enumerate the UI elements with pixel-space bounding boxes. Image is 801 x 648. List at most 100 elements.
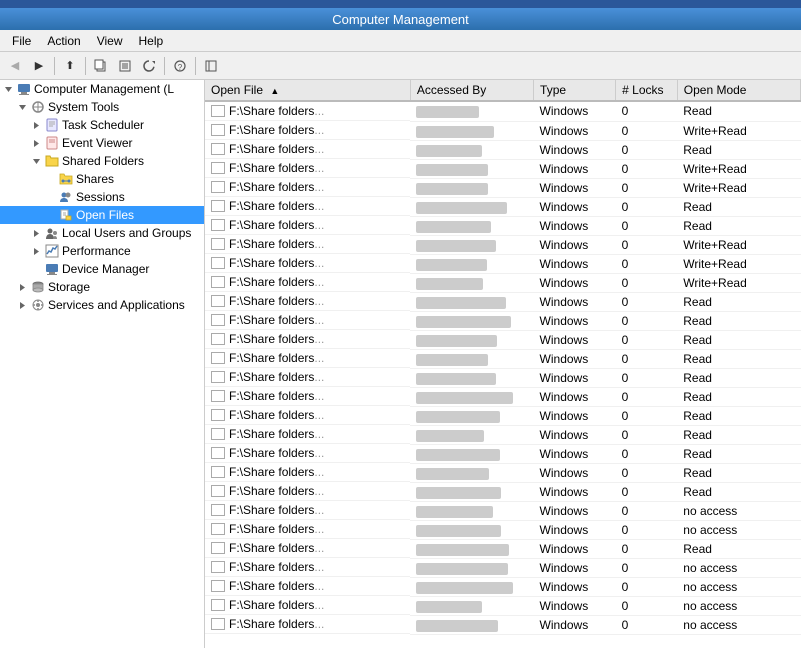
tree-item-services[interactable]: Services and Applications bbox=[0, 296, 204, 314]
table-row[interactable]: F:\Share folders ...c••••••••••Windows0W… bbox=[205, 159, 801, 178]
col-locks[interactable]: # Locks bbox=[616, 80, 678, 101]
tree-expand-system-tools[interactable] bbox=[14, 99, 30, 115]
content-panel: Open File ▲ Accessed By Type # Locks Ope… bbox=[205, 80, 801, 648]
tree-item-shared-folders[interactable]: Shared Folders bbox=[0, 152, 204, 170]
table-row[interactable]: F:\Share folders ...c••••••••••Windows0R… bbox=[205, 330, 801, 349]
properties-button[interactable] bbox=[114, 55, 136, 77]
help-button[interactable]: ? bbox=[169, 55, 191, 77]
table-row[interactable]: F:\Share folders ...i••••••••••Windows0R… bbox=[205, 406, 801, 425]
tree-item-device-manager[interactable]: Device Manager bbox=[0, 260, 204, 278]
tree-item-open-files[interactable]: Open Files bbox=[0, 206, 204, 224]
tree-item-task-scheduler[interactable]: Task Scheduler bbox=[0, 116, 204, 134]
tree-label-services: Services and Applications bbox=[48, 298, 185, 312]
table-row[interactable]: F:\Share folders ...n••••••••••Windows0W… bbox=[205, 235, 801, 254]
blurred-username: c•••••••••• bbox=[416, 145, 482, 157]
table-row[interactable]: F:\Share folders ...D••••••••••Windows0R… bbox=[205, 368, 801, 387]
table-row[interactable]: F:\Share folders ...c••••••••Windows0Rea… bbox=[205, 539, 801, 558]
cell-open-mode: Read bbox=[677, 216, 800, 235]
tree-label-shares: Shares bbox=[76, 172, 114, 186]
table-row[interactable]: F:\Share folders ...c••••••••••Windows0R… bbox=[205, 482, 801, 501]
file-icon bbox=[211, 181, 225, 193]
cell-accessed-by: i•••••••••• bbox=[410, 406, 533, 425]
back-button[interactable]: ◀ bbox=[4, 55, 26, 77]
table-row[interactable]: F:\Share folders ...c••••••••••Windows0W… bbox=[205, 121, 801, 140]
cell-open-file: F:\Share folders ... bbox=[205, 368, 410, 387]
tree-expand-shared-folders[interactable] bbox=[28, 153, 44, 169]
col-open-file[interactable]: Open File ▲ bbox=[205, 80, 410, 101]
col-open-mode[interactable]: Open Mode bbox=[677, 80, 800, 101]
file-icon bbox=[211, 390, 225, 402]
cell-type: Windows bbox=[534, 311, 616, 330]
table-row[interactable]: F:\Share folders ...n••••••••••Windows0R… bbox=[205, 216, 801, 235]
tree-expand-event-viewer[interactable] bbox=[28, 135, 44, 151]
tree-expand-performance[interactable] bbox=[28, 243, 44, 259]
cell-open-file: F:\Share folders ... bbox=[205, 254, 410, 273]
tree-item-system-tools[interactable]: System Tools bbox=[0, 98, 204, 116]
blurred-username: a•••••••••• bbox=[416, 449, 499, 461]
cell-accessed-by: c•••••••••• bbox=[410, 577, 533, 596]
table-row[interactable]: F:\Share folders ...a••••••••••Windows0R… bbox=[205, 444, 801, 463]
tree-label-root: Computer Management (L bbox=[34, 82, 174, 96]
blurred-username: n•••••••••• bbox=[416, 278, 483, 290]
tree-item-sessions[interactable]: Sessions bbox=[0, 188, 204, 206]
table-row[interactable]: F:\Share folders ...c••••••••Windows0Rea… bbox=[205, 463, 801, 482]
table-row[interactable]: F:\Share folders ...n••••••••••Windows0W… bbox=[205, 273, 801, 292]
forward-button[interactable]: ▶ bbox=[28, 55, 50, 77]
toolbar-sep-1 bbox=[54, 57, 55, 75]
cell-open-mode: Read bbox=[677, 463, 800, 482]
table-row[interactable]: F:\Share folders ...c••••••••••Windows0R… bbox=[205, 387, 801, 406]
menu-help[interactable]: Help bbox=[131, 32, 172, 50]
file-ellipsis: ... bbox=[314, 427, 324, 441]
table-row[interactable]: F:\Share folders ...c••••••••••Windows0n… bbox=[205, 520, 801, 539]
file-path: F:\Share folders bbox=[229, 142, 314, 156]
tree-item-local-users[interactable]: Local Users and Groups bbox=[0, 224, 204, 242]
table-row[interactable]: F:\Share folders ...c••••••••••Windows0R… bbox=[205, 140, 801, 159]
blurred-username: c•••••••••• bbox=[416, 525, 500, 537]
cell-open-file: F:\Share folders ... bbox=[205, 539, 410, 558]
tree-expand-local-users[interactable] bbox=[28, 225, 44, 241]
col-type[interactable]: Type bbox=[534, 80, 616, 101]
col-accessed-by[interactable]: Accessed By bbox=[410, 80, 533, 101]
blurred-username: c•••••••••• bbox=[416, 582, 512, 594]
table-row[interactable]: F:\Share folders ...n••••••••••Windows0R… bbox=[205, 197, 801, 216]
table-row[interactable]: F:\Share folders ...a••••••••••Windows0n… bbox=[205, 615, 801, 634]
cell-accessed-by: c•••••••••• bbox=[410, 387, 533, 406]
tree-panel[interactable]: Computer Management (L System Tools Task S… bbox=[0, 80, 205, 648]
file-icon bbox=[211, 485, 225, 497]
refresh-button[interactable] bbox=[138, 55, 160, 77]
tree-expand-services[interactable] bbox=[14, 297, 30, 313]
tree-item-shares[interactable]: Shares bbox=[0, 170, 204, 188]
up-button[interactable]: ⬆ bbox=[59, 55, 81, 77]
tree-item-storage[interactable]: Storage bbox=[0, 278, 204, 296]
table-scroll[interactable]: Open File ▲ Accessed By Type # Locks Ope… bbox=[205, 80, 801, 648]
table-row[interactable]: F:\Share folders ...c••••••••••Windows0n… bbox=[205, 558, 801, 577]
tree-item-event-viewer[interactable]: Event Viewer bbox=[0, 134, 204, 152]
tree-expand-storage[interactable] bbox=[14, 279, 30, 295]
table-row[interactable]: F:\Share folders ...D••••••••••Windows0n… bbox=[205, 501, 801, 520]
cell-open-file: F:\Share folders ... bbox=[205, 463, 410, 482]
menu-action[interactable]: Action bbox=[39, 32, 88, 50]
file-icon bbox=[211, 276, 225, 288]
menu-file[interactable]: File bbox=[4, 32, 39, 50]
table-row[interactable]: F:\Share folders ...c••••••••••Windows0n… bbox=[205, 577, 801, 596]
table-row[interactable]: F:\Share folders ...c••••••••••Windows0R… bbox=[205, 101, 801, 121]
file-ellipsis: ... bbox=[314, 446, 324, 460]
copy-button[interactable] bbox=[90, 55, 112, 77]
cell-open-mode: Read bbox=[677, 311, 800, 330]
table-row[interactable]: F:\Share folders ...n••••••••••Windows0R… bbox=[205, 425, 801, 444]
tree-expand-root[interactable] bbox=[0, 81, 16, 97]
tree-expand-task-scheduler[interactable] bbox=[28, 117, 44, 133]
export-button[interactable] bbox=[200, 55, 222, 77]
menu-view[interactable]: View bbox=[89, 32, 131, 50]
tree-expand-open-files bbox=[42, 207, 58, 223]
table-row[interactable]: F:\Share folders ...a••••••••••Windows0n… bbox=[205, 596, 801, 615]
table-row[interactable]: F:\Share folders ...c••••••••••Windows0R… bbox=[205, 311, 801, 330]
tree-item-performance[interactable]: Performance bbox=[0, 242, 204, 260]
tree-item-root[interactable]: Computer Management (L bbox=[0, 80, 204, 98]
table-row[interactable]: F:\Share folders ...n••••••••••Windows0W… bbox=[205, 254, 801, 273]
table-row[interactable]: F:\Share folders ...S••••••••••Windows0R… bbox=[205, 292, 801, 311]
file-icon bbox=[211, 523, 225, 535]
tree-label-system-tools: System Tools bbox=[48, 100, 119, 114]
table-row[interactable]: F:\Share folders ...c••••••••••Windows0R… bbox=[205, 349, 801, 368]
table-row[interactable]: F:\Share folders ...c••••••••••Windows0W… bbox=[205, 178, 801, 197]
